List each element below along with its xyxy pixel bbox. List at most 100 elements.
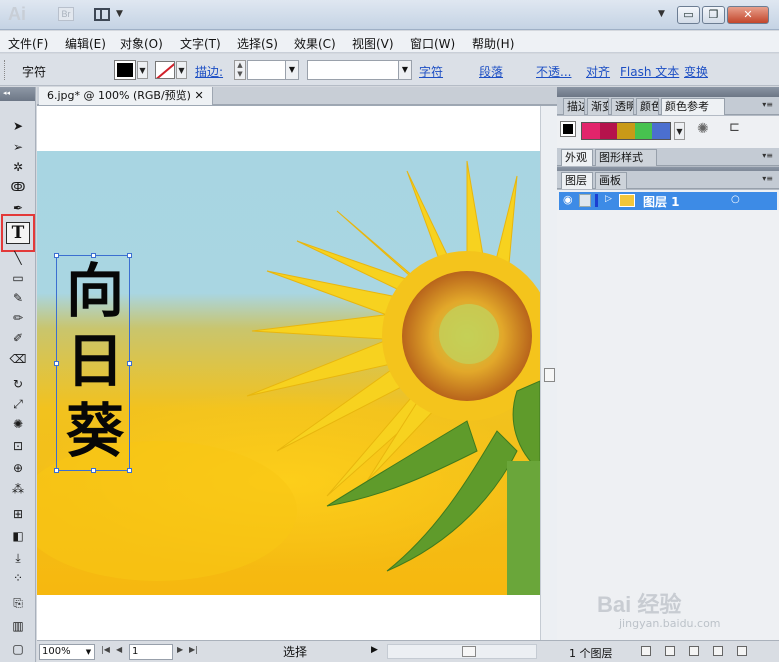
menu-object[interactable]: 对象(O) <box>120 35 163 52</box>
fill-swatch[interactable] <box>114 60 136 80</box>
tab-appearance[interactable]: 外观 <box>561 149 593 166</box>
blob-brush-tool-icon[interactable]: ✐ <box>9 329 27 347</box>
pencil-tool-icon[interactable]: ✏ <box>9 309 27 327</box>
resize-handle-b[interactable] <box>91 468 96 473</box>
gradient-tool-icon[interactable]: ◧ <box>9 527 27 545</box>
resize-handle-bl[interactable] <box>54 468 59 473</box>
eyedropper-tool-icon[interactable]: ⤓ <box>9 549 27 567</box>
line-tool-icon[interactable]: ╲ <box>9 249 27 267</box>
stroke-swatch[interactable] <box>155 61 175 79</box>
tab-color[interactable]: 颜色 <box>636 98 659 115</box>
tab-transparency[interactable]: 透明 <box>611 98 634 115</box>
harmony-swatch-1[interactable] <box>582 123 600 139</box>
new-layer-icon[interactable] <box>713 646 723 656</box>
type-tool-icon[interactable]: T <box>6 222 30 244</box>
artboard-canvas[interactable]: 向 日 葵 <box>37 106 540 640</box>
prev-page-icon[interactable]: ◀ <box>116 645 122 654</box>
chevron-down-icon[interactable]: ▼ <box>398 61 411 79</box>
menu-effect[interactable]: 效果(C) <box>294 35 336 52</box>
menu-select[interactable]: 选择(S) <box>237 35 278 52</box>
clipping-mask-icon[interactable] <box>665 646 675 656</box>
stroke-weight-input[interactable]: ▼ <box>247 60 299 80</box>
document-tab[interactable]: 6.jpg* @ 100% (RGB/预览) ✕ <box>39 87 213 105</box>
menu-edit[interactable]: 编辑(E) <box>65 35 106 52</box>
status-selection[interactable]: 选择 <box>283 643 307 660</box>
artboard-tool-icon[interactable]: ▢ <box>9 640 27 658</box>
save-swatch-icon[interactable]: ⊏ <box>729 120 740 135</box>
next-page-icon[interactable]: ▶ <box>177 645 183 654</box>
warp-tool-icon[interactable]: ✺ <box>9 415 27 433</box>
grip-handle[interactable] <box>4 60 7 80</box>
menu-type[interactable]: 文字(T) <box>180 35 221 52</box>
chevron-down-icon[interactable]: ▼ <box>285 61 298 79</box>
status-menu-icon[interactable]: ▶ <box>371 645 378 655</box>
font-family-input[interactable]: ▼ <box>307 60 412 80</box>
opacity-link[interactable]: 不透... <box>536 63 571 80</box>
harmony-swatch-5[interactable] <box>652 123 670 139</box>
harmony-swatch-3[interactable] <box>617 123 635 139</box>
first-page-icon[interactable]: |◀ <box>101 645 110 654</box>
magic-wand-tool-icon[interactable]: ✲ <box>9 158 27 176</box>
bridge-button[interactable]: Br <box>58 7 74 21</box>
arrange-documents-icon[interactable] <box>94 8 110 21</box>
selection-tool-icon[interactable]: ➤ <box>9 117 27 135</box>
align-link[interactable]: 对齐 <box>586 63 610 80</box>
paintbrush-tool-icon[interactable]: ✎ <box>9 289 27 307</box>
tab-stroke[interactable]: 描边 <box>563 98 585 115</box>
shape-builder-tool-icon[interactable]: ⊕ <box>9 459 27 477</box>
character-link[interactable]: 字符 <box>419 63 443 80</box>
last-page-icon[interactable]: ▶| <box>189 645 198 654</box>
tab-artboards[interactable]: 画板 <box>595 172 627 189</box>
rectangle-tool-icon[interactable]: ▭ <box>9 269 27 287</box>
resize-handle-t[interactable] <box>91 253 96 258</box>
minimize-button[interactable]: ▭ <box>677 6 700 24</box>
close-button[interactable]: ✕ <box>727 6 769 24</box>
lock-toggle[interactable] <box>579 194 591 207</box>
new-sublayer-icon[interactable] <box>689 646 699 656</box>
stroke-weight-stepper[interactable]: ▲ ▼ <box>234 60 246 80</box>
tab-gradient[interactable]: 渐变 <box>587 98 609 115</box>
harmony-swatch-2[interactable] <box>599 123 618 139</box>
tab-layers[interactable]: 图层 <box>561 172 593 189</box>
layer-name[interactable]: 图层 1 <box>643 193 680 210</box>
zoom-select[interactable]: 100% ▼ <box>39 644 95 660</box>
slice-tool-icon[interactable]: ⎘ <box>9 594 27 612</box>
eraser-tool-icon[interactable]: ⌫ <box>9 350 27 368</box>
resize-handle-tl[interactable] <box>54 253 59 258</box>
scale-tool-icon[interactable]: ⤢ <box>9 395 27 413</box>
scroll-thumb[interactable] <box>544 368 555 382</box>
chevron-down-icon[interactable]: ▼ <box>83 645 94 659</box>
mesh-tool-icon[interactable]: ⊞ <box>9 505 27 523</box>
visibility-eye-icon[interactable]: ◉ <box>563 193 573 206</box>
blend-tool-icon[interactable]: ⁘ <box>9 569 27 587</box>
tab-color-guide[interactable]: 颜色参考 <box>661 98 725 115</box>
resize-handle-r[interactable] <box>127 361 132 366</box>
direct-selection-tool-icon[interactable]: ➢ <box>9 138 27 156</box>
rotate-tool-icon[interactable]: ↻ <box>9 375 27 393</box>
lasso-tool-icon[interactable]: ↂ <box>9 178 27 196</box>
stroke-link[interactable]: 描边: <box>195 63 223 80</box>
harmony-dropdown-icon[interactable]: ▼ <box>674 122 685 140</box>
menu-help[interactable]: 帮助(H) <box>472 35 514 52</box>
stroke-dropdown-icon[interactable]: ▼ <box>176 61 187 79</box>
fill-dropdown-icon[interactable]: ▼ <box>137 61 148 79</box>
paragraph-link[interactable]: 段落 <box>479 63 503 80</box>
panel-menu-icon[interactable]: ▾≡ <box>762 100 773 109</box>
expand-triangle-icon[interactable]: ▷ <box>605 194 612 204</box>
target-circle-icon[interactable]: ○ <box>731 194 740 205</box>
panel-menu-icon[interactable]: ▾≡ <box>762 174 773 183</box>
graph-tool-icon[interactable]: ▥ <box>9 617 27 635</box>
panel-dock-header[interactable] <box>557 87 779 97</box>
restore-button[interactable]: ❐ <box>702 6 725 24</box>
harmony-swatches[interactable] <box>581 122 671 140</box>
transform-link[interactable]: 变换 <box>684 63 708 80</box>
color-wheel-icon[interactable]: ✺ <box>697 121 709 137</box>
harmony-swatch-4[interactable] <box>634 123 653 139</box>
symbol-sprayer-tool-icon[interactable]: ⁂ <box>9 480 27 498</box>
close-icon[interactable]: ✕ <box>194 89 203 102</box>
vertical-scrollbar[interactable] <box>540 106 557 640</box>
chevron-down-icon[interactable]: ▼ <box>116 9 123 19</box>
panel-menu-icon[interactable]: ▾≡ <box>762 151 773 160</box>
menu-window[interactable]: 窗口(W) <box>410 35 455 52</box>
menu-file[interactable]: 文件(F) <box>8 35 48 52</box>
